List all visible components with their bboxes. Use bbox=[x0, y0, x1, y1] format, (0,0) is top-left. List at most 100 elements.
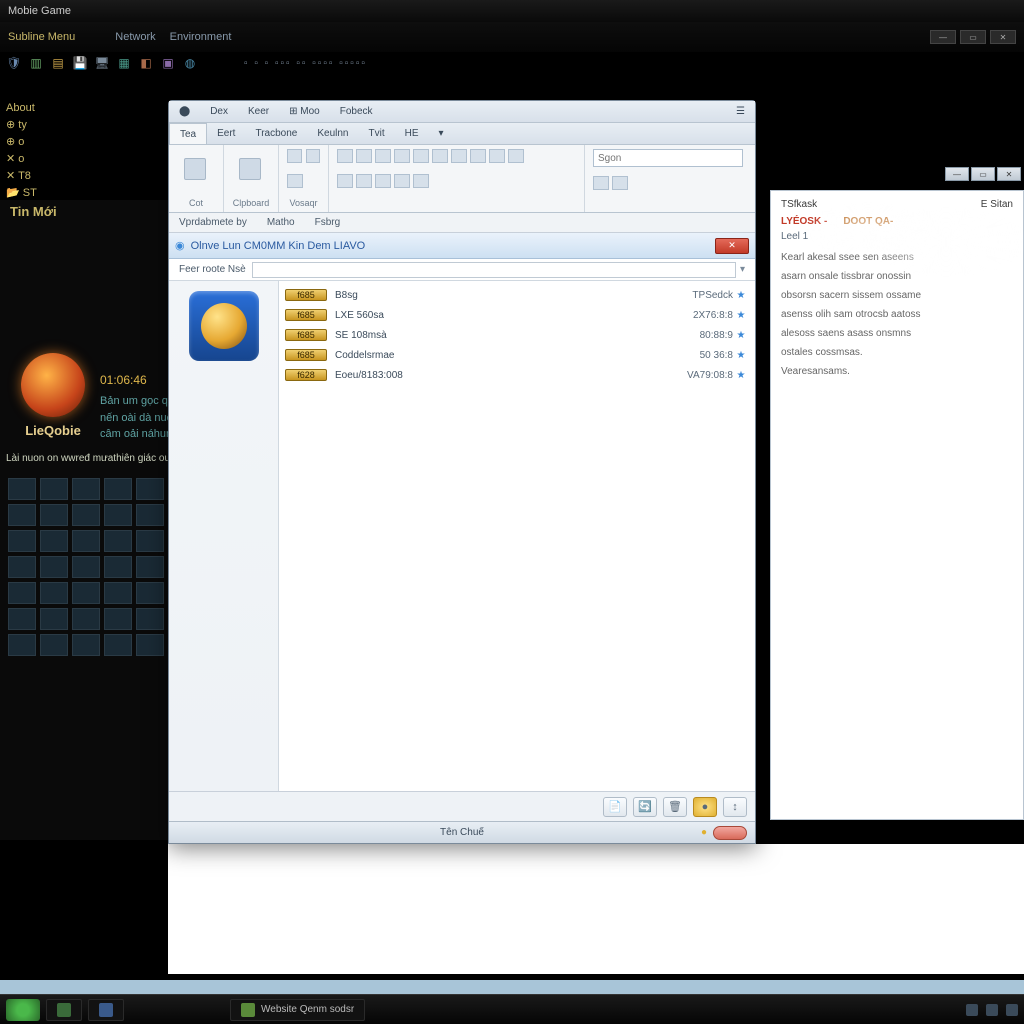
chart-icon[interactable]: ▥ bbox=[28, 55, 44, 71]
game-icon[interactable]: ◧ bbox=[138, 55, 154, 71]
thumbnail[interactable] bbox=[8, 530, 36, 552]
thumbnail[interactable] bbox=[104, 608, 132, 630]
ribbon-tab[interactable]: Tvit bbox=[358, 123, 394, 144]
secondary-tab[interactable]: Fsbrg bbox=[305, 217, 351, 228]
ribbon-tab[interactable]: ▾ bbox=[429, 123, 454, 144]
thumbnail[interactable] bbox=[40, 582, 68, 604]
thumbnail[interactable] bbox=[72, 556, 100, 578]
search-input[interactable] bbox=[593, 149, 743, 167]
thumbnail[interactable] bbox=[104, 504, 132, 526]
mini-icon[interactable] bbox=[394, 149, 410, 163]
thumbnail[interactable] bbox=[8, 556, 36, 578]
tray-icon[interactable] bbox=[986, 1004, 998, 1016]
file-row[interactable]: f685LXE 560sa2X76:8:8★ bbox=[285, 305, 749, 325]
ribbon-tab[interactable]: Tracbone bbox=[245, 123, 307, 144]
thumbnail[interactable] bbox=[104, 530, 132, 552]
ribbon-tab[interactable]: Fobeck bbox=[330, 101, 383, 122]
mini-icon[interactable] bbox=[287, 149, 302, 163]
thumbnail[interactable] bbox=[40, 608, 68, 630]
ribbon-tab[interactable]: ☰ bbox=[726, 101, 755, 122]
mini-icon[interactable] bbox=[375, 149, 391, 163]
footer-button[interactable]: ● bbox=[693, 797, 717, 817]
maximize-button[interactable]: ▭ bbox=[971, 167, 995, 181]
sidebar-item[interactable]: 📂 ST bbox=[0, 184, 90, 201]
thumbnail[interactable] bbox=[72, 530, 100, 552]
minimize-button[interactable]: — bbox=[945, 167, 969, 181]
ribbon-tab[interactable]: Dex bbox=[200, 101, 238, 122]
mini-icon[interactable] bbox=[489, 149, 505, 163]
mini-icon[interactable] bbox=[451, 149, 467, 163]
thumbnail[interactable] bbox=[8, 634, 36, 656]
path-field[interactable] bbox=[252, 262, 736, 278]
app-menu-item[interactable]: Environment bbox=[170, 31, 232, 43]
monitor-icon[interactable]: 🖥 bbox=[94, 55, 110, 71]
maximize-button[interactable]: ▭ bbox=[960, 30, 986, 44]
thumbnail[interactable] bbox=[72, 582, 100, 604]
minimize-button[interactable]: — bbox=[930, 30, 956, 44]
footer-button[interactable]: 📄 bbox=[603, 797, 627, 817]
sidebar-item[interactable]: ⊕ ty bbox=[0, 116, 90, 133]
mini-icon[interactable] bbox=[394, 174, 410, 188]
thumbnail[interactable] bbox=[136, 530, 164, 552]
ribbon-tab[interactable]: Eert bbox=[207, 123, 245, 144]
close-button[interactable]: ✕ bbox=[997, 167, 1021, 181]
ribbon-tab[interactable]: Tea bbox=[169, 123, 207, 144]
mini-icon[interactable] bbox=[356, 174, 372, 188]
tray-icon[interactable] bbox=[1006, 1004, 1018, 1016]
thumbnail[interactable] bbox=[8, 504, 36, 526]
ribbon-tab[interactable]: Keer bbox=[238, 101, 279, 122]
thumbnail[interactable] bbox=[40, 530, 68, 552]
close-button[interactable]: ✕ bbox=[990, 30, 1016, 44]
thumbnail[interactable] bbox=[136, 634, 164, 656]
file-row[interactable]: f685SE 108msà80:88:9★ bbox=[285, 325, 749, 345]
mini-icon[interactable] bbox=[593, 176, 609, 190]
mini-icon[interactable] bbox=[287, 174, 303, 188]
thumbnail[interactable] bbox=[40, 504, 68, 526]
mini-icon[interactable] bbox=[612, 176, 628, 190]
thumbnail[interactable] bbox=[40, 556, 68, 578]
thumbnail[interactable] bbox=[40, 478, 68, 500]
ribbon-tab[interactable]: ⬤ bbox=[169, 101, 200, 122]
ribbon-tab[interactable]: ⊞ Moo bbox=[279, 101, 330, 122]
thumbnail[interactable] bbox=[104, 582, 132, 604]
save-icon[interactable]: 💾 bbox=[72, 55, 88, 71]
star-icon[interactable]: ★ bbox=[733, 370, 749, 381]
shield-icon[interactable]: 🛡 bbox=[6, 55, 22, 71]
app-menu-item[interactable]: Network bbox=[115, 31, 155, 43]
paste-button[interactable] bbox=[177, 149, 213, 189]
thumbnail[interactable] bbox=[104, 634, 132, 656]
thumbnail[interactable] bbox=[136, 582, 164, 604]
mini-icon[interactable] bbox=[356, 149, 372, 163]
thumbnail[interactable] bbox=[8, 608, 36, 630]
thumbnail[interactable] bbox=[40, 634, 68, 656]
image-icon[interactable]: ▦ bbox=[116, 55, 132, 71]
ribbon-button[interactable] bbox=[232, 149, 268, 189]
mini-icon[interactable] bbox=[508, 149, 524, 163]
star-icon[interactable]: ★ bbox=[733, 330, 749, 341]
ribbon-tab[interactable]: HE bbox=[395, 123, 429, 144]
taskbar-item[interactable] bbox=[88, 999, 124, 1021]
tray-icon[interactable] bbox=[966, 1004, 978, 1016]
thumbnail[interactable] bbox=[104, 478, 132, 500]
thumbnail[interactable] bbox=[136, 478, 164, 500]
star-icon[interactable]: ★ bbox=[733, 310, 749, 321]
mini-icon[interactable] bbox=[337, 174, 353, 188]
footer-button[interactable]: 🔄 bbox=[633, 797, 657, 817]
taskbar-item[interactable]: Website Qenm sodsr bbox=[230, 999, 365, 1021]
mini-icon[interactable] bbox=[470, 149, 486, 163]
thumbnail[interactable] bbox=[8, 478, 36, 500]
dialog-close-button[interactable]: ✕ bbox=[715, 238, 749, 254]
footer-button[interactable]: ↕ bbox=[723, 797, 747, 817]
sidebar-item[interactable]: ✕ T8 bbox=[0, 167, 90, 184]
thumbnail[interactable] bbox=[72, 478, 100, 500]
mini-icon[interactable] bbox=[306, 149, 321, 163]
star-icon[interactable]: ★ bbox=[733, 290, 749, 301]
mini-icon[interactable] bbox=[375, 174, 391, 188]
file-row[interactable]: f628Eoeu/8183:008VA79:08:8★ bbox=[285, 365, 749, 385]
taskbar-item[interactable] bbox=[46, 999, 82, 1021]
secondary-tab[interactable]: Vprdabmete by bbox=[169, 217, 257, 228]
file-row[interactable]: f685B8sgTPSedck★ bbox=[285, 285, 749, 305]
mini-icon[interactable] bbox=[432, 149, 448, 163]
thumbnail[interactable] bbox=[104, 556, 132, 578]
status-close-button[interactable] bbox=[713, 826, 747, 840]
